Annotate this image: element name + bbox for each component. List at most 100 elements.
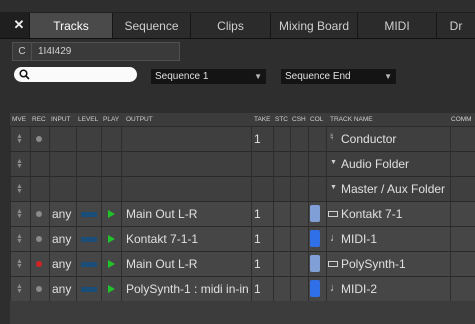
track-row[interactable]: ▲ ▼ any Kontakt 7-1-1 1 ♩ MIDI-1 [10, 226, 475, 251]
play-icon[interactable] [108, 285, 115, 293]
tab-mixing-board[interactable]: Mixing Board [270, 13, 357, 38]
track-name[interactable]: PolySynth-1 [341, 257, 406, 271]
sequence-end-select-value: Sequence End [285, 71, 351, 82]
cell-divider [308, 202, 309, 226]
track-name[interactable]: MIDI-2 [341, 282, 377, 296]
record-arm-icon[interactable] [36, 261, 42, 267]
cell-divider [251, 177, 252, 201]
track-row[interactable]: ▲ ▼ any Main Out L-R 1 PolySynth-1 [10, 251, 475, 276]
track-row[interactable]: ▲ ▼ any PolySynth-1 : midi in-in 1 ♩ MIDI-2 [10, 276, 475, 301]
tab-midi[interactable]: MIDI [357, 13, 436, 38]
track-input[interactable]: any [52, 207, 71, 221]
cell-divider [251, 202, 252, 226]
cell-divider [121, 277, 122, 301]
track-name[interactable]: MIDI-1 [341, 232, 377, 246]
col-play[interactable]: PLAY [103, 116, 119, 123]
col-track-name[interactable]: TRACK NAME [330, 116, 373, 123]
cell-divider [308, 252, 309, 276]
sequence-end-select[interactable]: Sequence End ▼ [281, 69, 396, 84]
track-row[interactable]: ▲ ▼ any Main Out L-R 1 Kontakt 7-1 [10, 201, 475, 226]
track-take: 1 [254, 132, 261, 146]
col-output[interactable]: OUTPUT [126, 116, 153, 123]
col-comments[interactable]: COMM [451, 116, 472, 123]
position-display[interactable]: C 1I4I429 [12, 42, 180, 61]
cell-divider [326, 277, 327, 301]
track-row[interactable]: ▲ ▼ ▼ Master / Aux Folder [10, 176, 475, 201]
col-mve[interactable]: MVE [12, 116, 26, 123]
track-row[interactable]: ▲ ▼ 1 ♮ Conductor [10, 126, 475, 151]
move-handle-icon[interactable]: ▲ ▼ [16, 133, 23, 145]
col-col[interactable]: COL [310, 116, 323, 123]
record-arm-icon[interactable] [36, 236, 42, 242]
move-handle-icon[interactable]: ▲ ▼ [16, 233, 23, 245]
folder-arrow-icon[interactable]: ▼ [330, 159, 337, 166]
track-name[interactable]: Conductor [341, 132, 396, 146]
tab-tracks[interactable]: Tracks [29, 13, 112, 38]
cell-divider [121, 152, 122, 176]
folder-arrow-icon[interactable]: ▼ [330, 184, 337, 191]
cell-divider [308, 227, 309, 251]
play-icon[interactable] [108, 235, 115, 243]
cell-divider [273, 127, 274, 151]
search-input[interactable] [14, 67, 137, 82]
close-icon[interactable]: ✕ [9, 12, 29, 38]
cell-divider [49, 202, 50, 226]
track-input[interactable]: any [52, 282, 71, 296]
track-name[interactable]: Master / Aux Folder [341, 182, 445, 196]
track-take: 1 [254, 207, 261, 221]
cell-divider [251, 152, 252, 176]
col-input[interactable]: INPUT [51, 116, 71, 123]
cell-divider [30, 127, 31, 151]
cell-divider [273, 177, 274, 201]
cell-divider [290, 127, 291, 151]
track-output[interactable]: PolySynth-1 : midi in-in [126, 282, 249, 296]
track-color-swatch[interactable] [310, 280, 320, 297]
move-handle-icon[interactable]: ▲ ▼ [16, 158, 23, 170]
track-output[interactable]: Kontakt 7-1-1 [126, 232, 198, 246]
track-color-swatch[interactable] [310, 255, 320, 272]
tab-sequence[interactable]: Sequence [112, 13, 190, 38]
move-handle-icon[interactable]: ▲ ▼ [16, 208, 23, 220]
play-icon[interactable] [108, 260, 115, 268]
record-arm-icon[interactable] [36, 211, 42, 217]
col-level[interactable]: LEVEL [78, 116, 98, 123]
cell-divider [450, 177, 451, 201]
move-handle-icon[interactable]: ▲ ▼ [16, 183, 23, 195]
track-input[interactable]: any [52, 257, 71, 271]
cell-divider [308, 277, 309, 301]
tab-clips[interactable]: Clips [190, 13, 270, 38]
col-csh[interactable]: CSH [292, 116, 306, 123]
cell-divider [121, 177, 122, 201]
col-stc[interactable]: STC [275, 116, 288, 123]
record-arm-icon[interactable] [36, 286, 42, 292]
cell-divider [49, 177, 50, 201]
cell-divider [251, 127, 252, 151]
cell-divider [121, 227, 122, 251]
level-meter [81, 237, 97, 242]
cell-divider [326, 127, 327, 151]
record-arm-icon[interactable] [36, 136, 42, 142]
cell-divider [273, 277, 274, 301]
sequence-select[interactable]: Sequence 1 ▼ [151, 69, 266, 84]
col-rec[interactable]: REC [32, 116, 46, 123]
move-handle-icon[interactable]: ▲ ▼ [16, 283, 23, 295]
tab-overflow[interactable]: Dr [436, 13, 475, 38]
cell-divider [30, 277, 31, 301]
cell-divider [251, 277, 252, 301]
cell-divider [10, 177, 11, 201]
track-row[interactable]: ▲ ▼ ▼ Audio Folder [10, 151, 475, 176]
track-color-swatch[interactable] [310, 230, 320, 247]
cell-divider [101, 252, 102, 276]
track-color-swatch[interactable] [310, 205, 320, 222]
move-handle-icon[interactable]: ▲ ▼ [16, 258, 23, 270]
track-input[interactable]: any [52, 232, 71, 246]
track-name[interactable]: Audio Folder [341, 157, 409, 171]
cell-divider [290, 277, 291, 301]
track-output[interactable]: Main Out L-R [126, 257, 197, 271]
col-take[interactable]: TAKE [254, 116, 271, 123]
play-icon[interactable] [108, 210, 115, 218]
track-name[interactable]: Kontakt 7-1 [341, 207, 402, 221]
track-output[interactable]: Main Out L-R [126, 207, 197, 221]
track-take: 1 [254, 257, 261, 271]
cell-divider [121, 252, 122, 276]
